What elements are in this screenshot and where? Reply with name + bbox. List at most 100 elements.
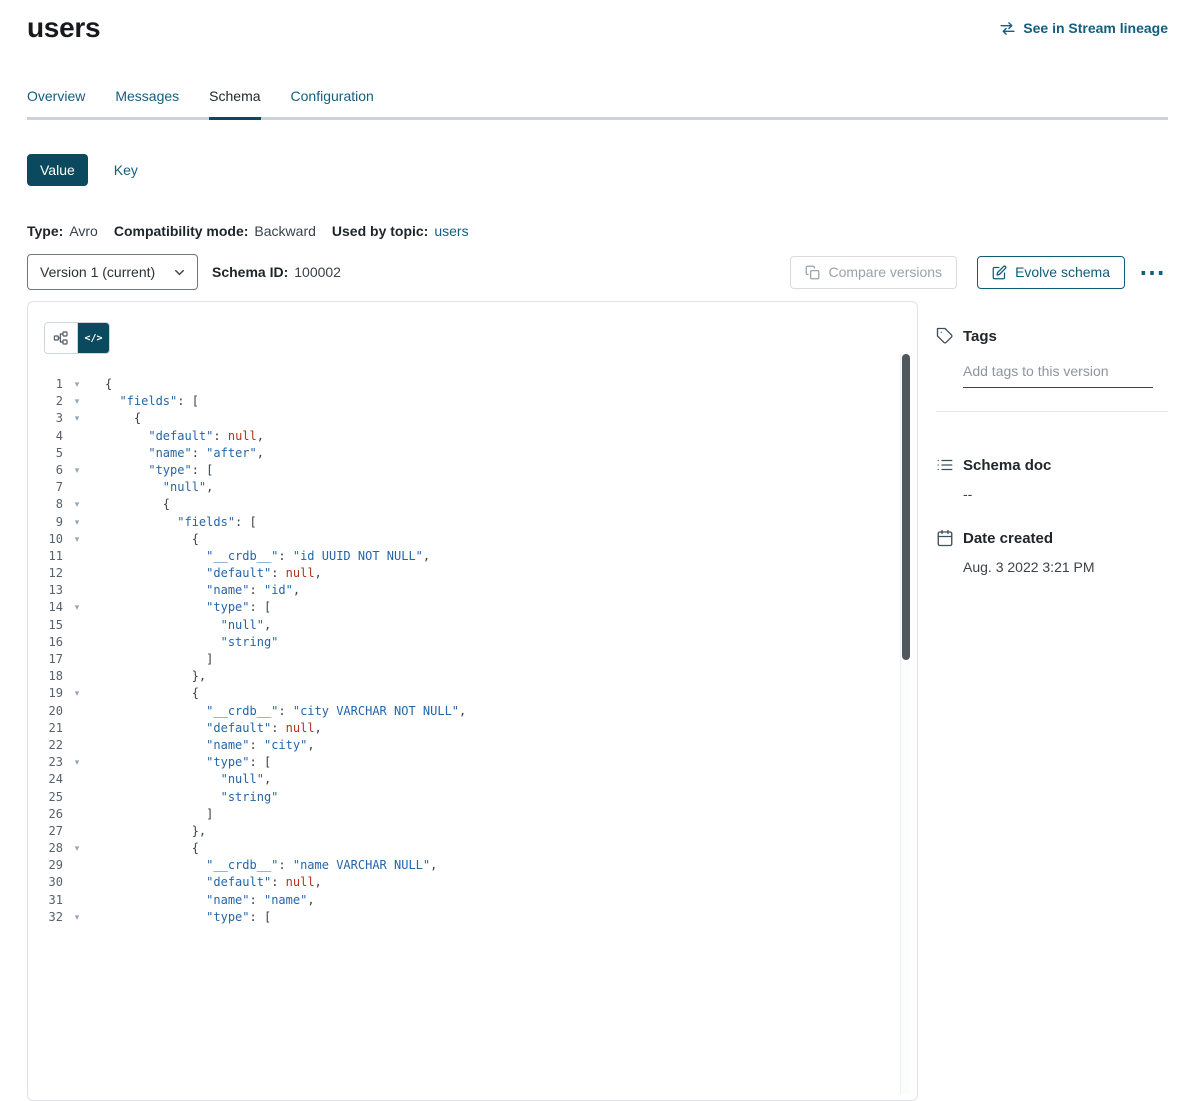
fold-spacer: [69, 565, 85, 582]
line-number: 26: [28, 806, 63, 823]
tags-input[interactable]: [963, 361, 1153, 388]
scrollbar-thumb[interactable]: [902, 354, 910, 660]
fold-toggle-icon[interactable]: ▾: [69, 754, 85, 771]
fold-toggle-icon[interactable]: ▾: [69, 514, 85, 531]
tab-configuration[interactable]: Configuration: [291, 88, 374, 117]
code-text: "default": null,: [105, 428, 264, 445]
fold-spacer: [69, 651, 85, 668]
page-title: users: [27, 12, 100, 44]
tab-overview[interactable]: Overview: [27, 88, 85, 117]
line-number: 10: [28, 531, 63, 548]
value-toggle-button[interactable]: Value: [27, 154, 88, 186]
code-text: {: [105, 376, 112, 393]
fold-spacer: [69, 479, 85, 496]
more-options-button[interactable]: ⋯: [1137, 262, 1168, 282]
tab-messages[interactable]: Messages: [115, 88, 179, 117]
line-number: 20: [28, 703, 63, 720]
fold-toggle-icon[interactable]: ▾: [69, 840, 85, 857]
code-line: 7 "null",: [28, 479, 917, 496]
list-icon: [936, 456, 954, 474]
line-number: 32: [28, 909, 63, 926]
code-line: 9▾ "fields": [: [28, 514, 917, 531]
stream-lineage-icon: [999, 20, 1016, 37]
stream-lineage-label: See in Stream lineage: [1023, 20, 1168, 36]
code-line: 32▾ "type": [: [28, 909, 917, 926]
key-toggle-button[interactable]: Key: [114, 162, 138, 178]
fold-spacer: [69, 737, 85, 754]
schema-doc-section: Schema doc --: [936, 456, 1168, 502]
fold-toggle-icon[interactable]: ▾: [69, 410, 85, 427]
schema-code-panel: </> 1▾{2▾ "fields": [3▾ {4 "default": nu…: [27, 301, 918, 1101]
fold-toggle-icon[interactable]: ▾: [69, 393, 85, 410]
code-line: 10 ▾ {: [28, 531, 917, 548]
code-line: 4 "default": null,: [28, 428, 917, 445]
fold-spacer: [69, 617, 85, 634]
topic-link[interactable]: users: [434, 223, 468, 239]
page: users See in Stream lineage Overview Mes…: [0, 0, 1189, 1101]
code-line: 12 "default": null,: [28, 565, 917, 582]
sidebar-divider: [936, 411, 1168, 412]
code-view-icon: </>: [84, 333, 102, 344]
meta-topic: Used by topic: users: [332, 223, 469, 239]
code-line: 1▾{: [28, 376, 917, 393]
code-text: "__crdb__": "id UUID NOT NULL",: [105, 548, 430, 565]
line-number: 22: [28, 737, 63, 754]
code-text: "default": null,: [105, 565, 322, 582]
schema-doc-header: Schema doc: [936, 456, 1168, 474]
fold-spacer: [69, 771, 85, 788]
stream-lineage-link[interactable]: See in Stream lineage: [999, 20, 1168, 37]
type-label: Type:: [27, 223, 63, 239]
fold-toggle-icon[interactable]: ▾: [69, 496, 85, 513]
tab-schema[interactable]: Schema: [209, 88, 260, 117]
schema-controls-row: Version 1 (current) Schema ID: 100002 Co…: [27, 254, 1168, 290]
code-line: 6 ▾ "type": [: [28, 462, 917, 479]
code-text: "type": [: [105, 462, 213, 479]
calendar-icon: [936, 529, 954, 547]
fold-spacer: [69, 720, 85, 737]
tab-bar: Overview Messages Schema Configuration: [27, 88, 1168, 120]
fold-spacer: [69, 789, 85, 806]
line-number: 15: [28, 617, 63, 634]
code-view-button[interactable]: </>: [77, 323, 109, 353]
fold-toggle-icon[interactable]: ▾: [69, 685, 85, 702]
code-line: 16 "string": [28, 634, 917, 651]
code-text: ]: [105, 806, 213, 823]
fold-toggle-icon[interactable]: ▾: [69, 376, 85, 393]
line-number: 18: [28, 668, 63, 685]
schema-doc-value: --: [963, 486, 1168, 502]
version-select[interactable]: Version 1 (current): [27, 254, 198, 290]
line-number: 27: [28, 823, 63, 840]
tree-view-button[interactable]: [45, 323, 77, 353]
line-number: 31: [28, 892, 63, 909]
fold-spacer: [69, 668, 85, 685]
line-number: 30: [28, 874, 63, 891]
code-line: 23▾ "type": [: [28, 754, 917, 771]
code-text: "default": null,: [105, 874, 322, 891]
line-number: 9: [28, 514, 63, 531]
date-created-header: Date created: [936, 529, 1168, 547]
code-lines: 1▾{2▾ "fields": [3▾ {4 "default": null,5…: [28, 376, 917, 926]
schema-id-value: 100002: [294, 264, 341, 280]
fold-toggle-icon[interactable]: ▾: [69, 909, 85, 926]
fold-spacer: [69, 428, 85, 445]
code-text: {: [105, 531, 199, 548]
evolve-schema-icon: [992, 265, 1007, 280]
code-text: "null",: [105, 771, 271, 788]
code-scrollbar[interactable]: [900, 354, 910, 1094]
meta-type: Type: Avro: [27, 223, 98, 239]
compare-versions-button[interactable]: Compare versions: [790, 256, 957, 289]
fold-toggle-icon[interactable]: ▾: [69, 531, 85, 548]
code-view-toggle: </>: [44, 322, 110, 354]
code-line: 15 "null",: [28, 617, 917, 634]
fold-spacer: [69, 582, 85, 599]
fold-toggle-icon[interactable]: ▾: [69, 462, 85, 479]
type-value: Avro: [69, 223, 98, 239]
line-number: 6: [28, 462, 63, 479]
evolve-schema-button[interactable]: Evolve schema: [977, 256, 1125, 289]
code-line: 24 "null",: [28, 771, 917, 788]
line-number: 24: [28, 771, 63, 788]
line-number: 11: [28, 548, 63, 565]
code-line: 20 "__crdb__": "city VARCHAR NOT NULL",: [28, 703, 917, 720]
schema-doc-title: Schema doc: [963, 457, 1051, 474]
fold-toggle-icon[interactable]: ▾: [69, 599, 85, 616]
